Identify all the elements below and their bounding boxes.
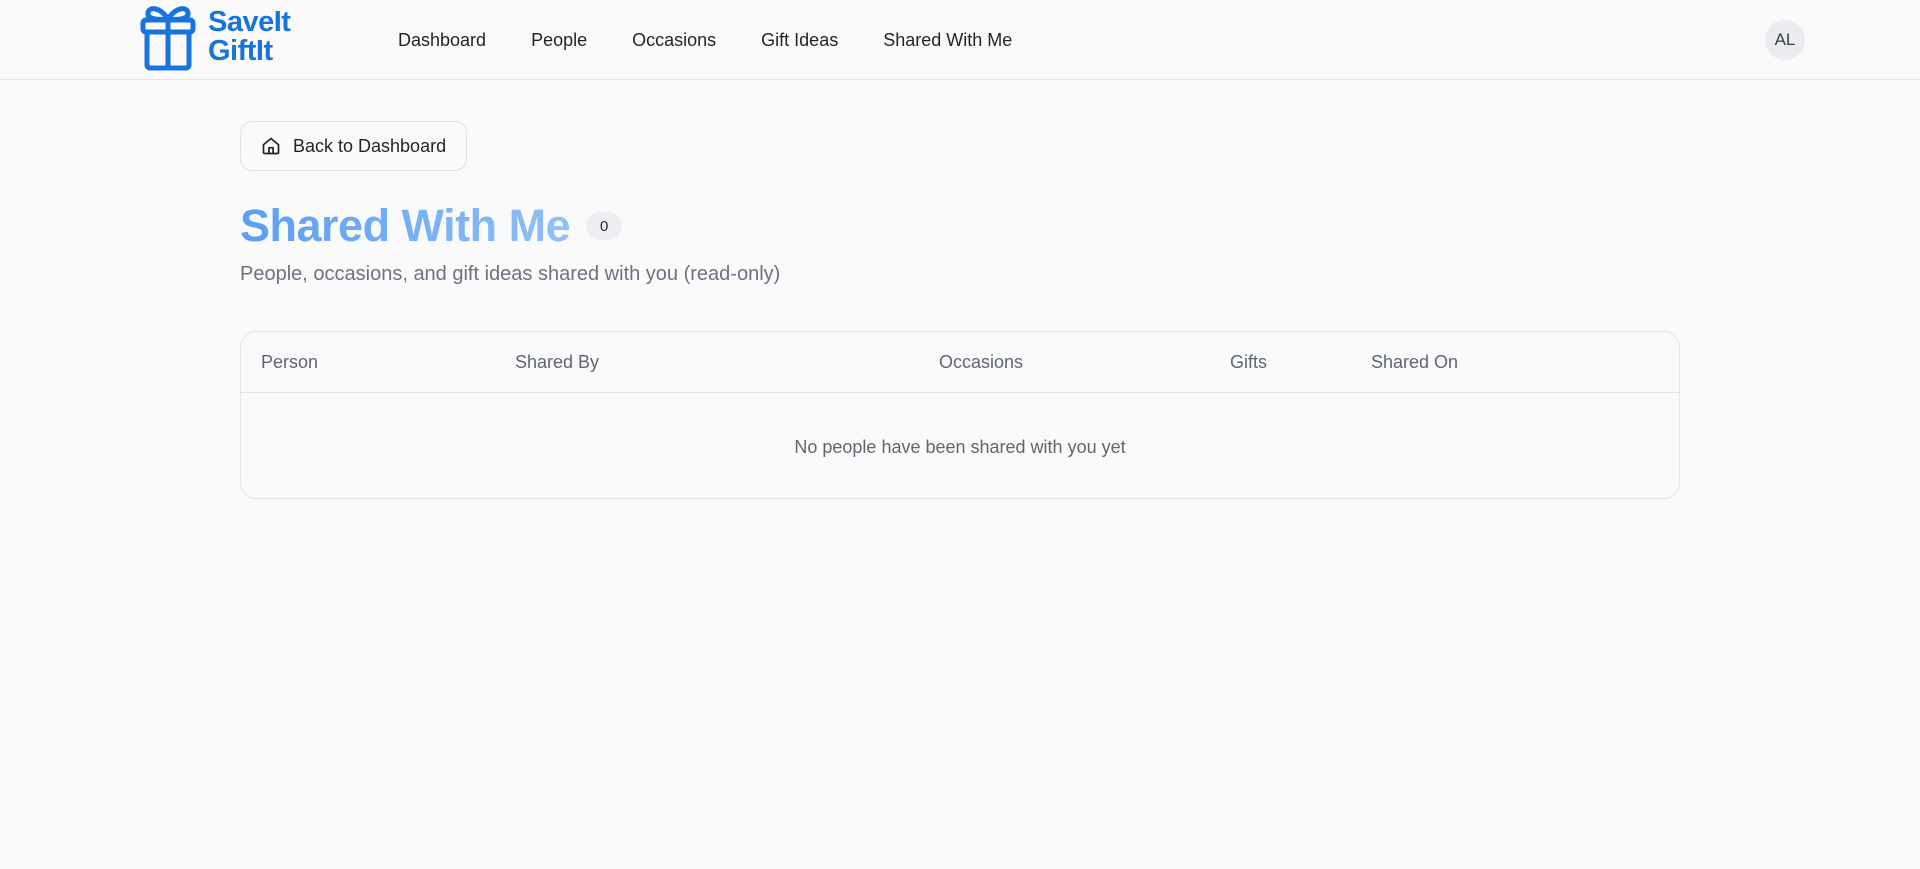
logo-line-1: SaveIt [208,6,291,38]
main-nav: Dashboard People Occasions Gift Ideas Sh… [398,0,1057,80]
nav-item-gift-ideas[interactable]: Gift Ideas [761,30,838,51]
column-header-gifts[interactable]: Gifts [1230,332,1267,393]
nav-item-people[interactable]: People [531,30,587,51]
column-header-occasions[interactable]: Occasions [939,332,1023,393]
column-header-person[interactable]: Person [261,332,318,393]
top-navigation-bar: SaveIt GiftIt Dashboard People Occasions… [0,0,1920,80]
nav-item-occasions[interactable]: Occasions [632,30,716,51]
user-avatar[interactable]: AL [1765,20,1805,60]
nav-item-dashboard[interactable]: Dashboard [398,30,486,51]
page-title-row: Shared With Me 0 [240,198,623,254]
count-badge: 0 [586,212,623,240]
column-header-shared-on[interactable]: Shared On [1371,332,1458,393]
back-button-label: Back to Dashboard [293,135,447,156]
home-icon [262,137,280,155]
column-header-shared-by[interactable]: Shared By [515,332,599,393]
logo-line-2: GiftIt [208,35,273,67]
gift-icon [140,6,196,71]
app-logo-text: SaveIt GiftIt [208,6,291,67]
table-header: Person Shared By Occasions Gifts Shared … [241,332,1679,393]
back-to-dashboard-button[interactable]: Back to Dashboard [240,121,468,171]
nav-item-shared-with-me[interactable]: Shared With Me [883,30,1012,51]
empty-state-message: No people have been shared with you yet [794,436,1126,457]
shared-people-table: Person Shared By Occasions Gifts Shared … [240,331,1680,499]
page-subtitle: People, occasions, and gift ideas shared… [240,263,781,285]
page-title: Shared With Me [240,200,571,251]
app-logo[interactable]: SaveIt GiftIt [140,2,291,72]
